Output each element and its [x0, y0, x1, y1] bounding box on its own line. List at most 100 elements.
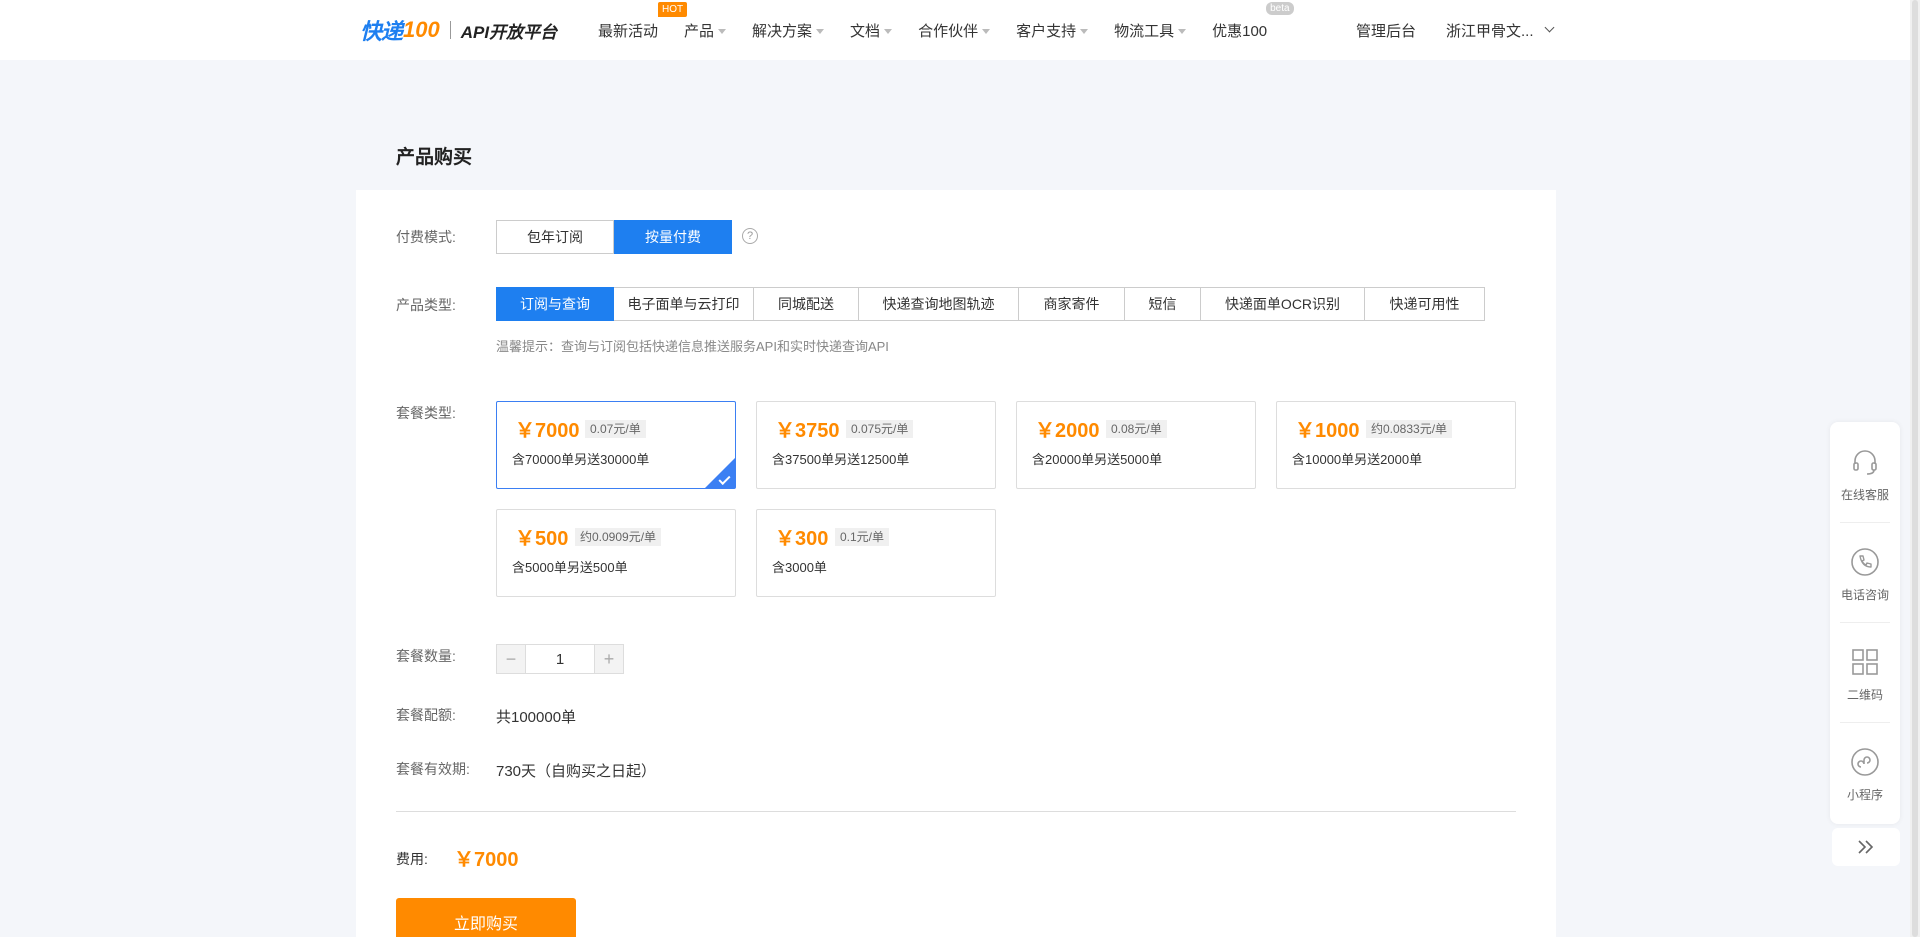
nav-label: 文档: [850, 22, 881, 40]
caret-down-icon: [884, 28, 893, 34]
package-unit-price: 0.075元/单: [846, 420, 914, 438]
qrcode-icon: [1852, 649, 1878, 675]
pay-mode-toggle: 包年订阅 按量付费: [496, 220, 732, 254]
mini-program-icon: [1851, 748, 1879, 776]
logo-api-text: API开放平台: [460, 22, 558, 42]
package-desc: 含10000单另送2000单: [1292, 452, 1423, 467]
sidebar-item-online-service[interactable]: 在线客服: [1830, 422, 1900, 522]
caret-down-icon: [1080, 28, 1089, 34]
pay-mode-usage-button[interactable]: 按量付费: [614, 220, 732, 254]
help-icon[interactable]: ?: [742, 228, 758, 244]
logo-divider: [449, 21, 451, 39]
nav-label: 物流工具: [1114, 22, 1175, 40]
nav-label: 产品: [684, 22, 715, 40]
sidebar-item-mini-program[interactable]: 小程序: [1830, 722, 1900, 822]
tab-merchant-send[interactable]: 商家寄件: [1019, 287, 1125, 321]
package-unit-price: 0.1元/单: [835, 528, 890, 546]
sidebar-label: 小程序: [1846, 788, 1883, 802]
package-price: ￥500: [515, 528, 569, 550]
page-scrollbar[interactable]: [1910, 0, 1920, 937]
quota-label: 套餐配额:: [396, 707, 456, 723]
package-card[interactable]: ￥3750 0.075元/单 含37500单另送12500单: [756, 401, 996, 489]
package-unit-price: 约0.0909元/单: [575, 528, 662, 546]
nav-item-logistics-tools[interactable]: 物流工具: [1114, 20, 1187, 41]
divider: [396, 811, 1516, 812]
nav-label: 客户支持: [1016, 22, 1077, 40]
package-label: 套餐类型:: [396, 405, 456, 421]
double-chevron-right-icon: [1858, 840, 1874, 854]
nav-item-solutions[interactable]: 解决方案: [752, 20, 825, 41]
user-menu[interactable]: 浙江甲骨文...: [1446, 20, 1554, 41]
nav-item-docs[interactable]: 文档: [850, 20, 893, 41]
nav-label: 合作伙伴: [918, 22, 979, 40]
admin-link[interactable]: 管理后台: [1356, 20, 1416, 41]
quota-value: 共100000单: [496, 709, 577, 726]
package-price: ￥3750: [775, 420, 840, 442]
fee-value: ￥7000: [454, 849, 519, 871]
purchase-card: 付费模式: 包年订阅 按量付费 ? 产品类型: 订阅与查询 电子面单与云打印 同…: [356, 190, 1556, 937]
package-desc: 含70000单另送30000单: [512, 452, 650, 467]
nav-item-discount[interactable]: 优惠100 beta: [1212, 1, 1294, 41]
pay-mode-label: 付费模式:: [396, 229, 456, 245]
nav-item-activities[interactable]: 最新活动 HOT: [598, 1, 688, 41]
validity-label: 套餐有效期:: [396, 761, 470, 777]
nav-label: 解决方案: [752, 22, 813, 40]
sidebar-label: 在线客服: [1840, 488, 1889, 502]
sidebar-collapse-button[interactable]: [1832, 828, 1900, 866]
scrollbar-thumb[interactable]: [1912, 0, 1918, 937]
plus-icon[interactable]: +: [595, 645, 623, 673]
package-card[interactable]: ￥500 约0.0909元/单 含5000单另送500单: [496, 509, 736, 597]
tab-subscribe-query[interactable]: 订阅与查询: [496, 287, 614, 321]
main-nav: 最新活动 HOT 产品 解决方案 文档 合作伙伴 客户支持 物流工具 优惠100: [598, 0, 1294, 60]
sidebar-label: 二维码: [1846, 688, 1883, 702]
logo[interactable]: 快递 100 API开放平台: [360, 16, 557, 44]
quantity-label: 套餐数量:: [396, 648, 456, 664]
sidebar-label: 电话咨询: [1840, 588, 1889, 602]
package-card[interactable]: ￥7000 0.07元/单 含70000单另送30000单: [496, 401, 736, 489]
tab-ocr[interactable]: 快递面单OCR识别: [1201, 287, 1365, 321]
nav-item-support[interactable]: 客户支持: [1016, 20, 1089, 41]
package-unit-price: 约0.0833元/单: [1366, 420, 1453, 438]
selected-check-icon: [705, 458, 735, 488]
tab-same-city[interactable]: 同城配送: [754, 287, 859, 321]
tip-text: 温馨提示：查询与订阅包括快递信息推送服务API和实时快递查询API: [496, 339, 889, 354]
package-desc: 含5000单另送500单: [512, 560, 628, 575]
fee-label: 费用:: [396, 851, 428, 867]
tab-map-track[interactable]: 快递查询地图轨迹: [859, 287, 1019, 321]
tab-sms[interactable]: 短信: [1125, 287, 1201, 321]
page-title: 产品购买: [396, 147, 473, 168]
chevron-down-icon: [1544, 22, 1554, 32]
package-unit-price: 0.07元/单: [585, 420, 646, 438]
buy-now-button[interactable]: 立即购买: [396, 898, 576, 937]
package-unit-price: 0.08元/单: [1106, 420, 1167, 438]
caret-down-icon: [816, 28, 825, 34]
pay-mode-annual-button[interactable]: 包年订阅: [496, 220, 614, 254]
package-card[interactable]: ￥2000 0.08元/单 含20000单另送5000单: [1016, 401, 1256, 489]
package-card[interactable]: ￥300 0.1元/单 含3000单: [756, 509, 996, 597]
sidebar-item-phone[interactable]: 电话咨询: [1830, 522, 1900, 622]
nav-item-products[interactable]: 产品: [684, 20, 727, 41]
tab-availability[interactable]: 快递可用性: [1365, 287, 1485, 321]
nav-label: 优惠100: [1212, 22, 1268, 40]
package-desc: 含20000单另送5000单: [1032, 452, 1163, 467]
sidebar-item-qrcode[interactable]: 二维码: [1830, 622, 1900, 722]
minus-icon[interactable]: −: [497, 645, 525, 673]
package-card[interactable]: ￥1000 约0.0833元/单 含10000单另送2000单: [1276, 401, 1516, 489]
quantity-input[interactable]: [525, 645, 595, 673]
package-desc: 含3000单: [772, 560, 827, 575]
caret-down-icon: [982, 28, 991, 34]
package-price: ￥2000: [1035, 420, 1100, 442]
floating-sidebar: 在线客服 电话咨询 二维码 小程序: [1830, 422, 1900, 824]
package-price: ￥7000: [515, 420, 580, 442]
package-price: ￥300: [775, 528, 829, 550]
headset-icon: [1853, 450, 1877, 475]
package-price: ￥1000: [1295, 420, 1360, 442]
caret-down-icon: [1178, 28, 1187, 34]
header-right: 管理后台 浙江甲骨文...: [1356, 0, 1554, 60]
top-header: 快递 100 API开放平台 最新活动 HOT 产品 解决方案 文档 合作伙伴 …: [0, 0, 1920, 60]
nav-item-partners[interactable]: 合作伙伴: [918, 20, 991, 41]
nav-label: 最新活动: [598, 22, 659, 40]
product-type-tabs: 订阅与查询 电子面单与云打印 同城配送 快递查询地图轨迹 商家寄件 短信 快递面…: [496, 287, 1485, 321]
product-type-label: 产品类型:: [396, 297, 456, 313]
tab-eorder-cloud-print[interactable]: 电子面单与云打印: [614, 287, 754, 321]
